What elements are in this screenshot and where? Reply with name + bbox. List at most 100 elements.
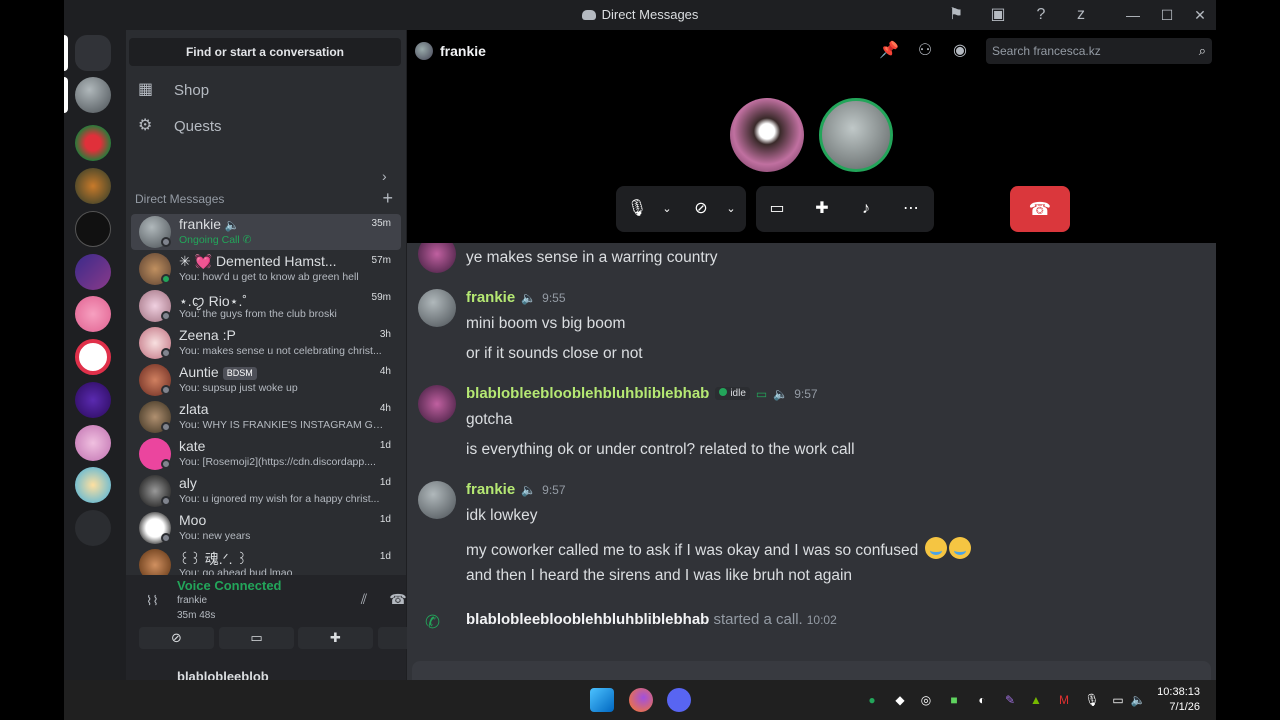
tray-icon[interactable]: ◆	[892, 692, 908, 708]
message-composer[interactable]	[412, 661, 1211, 680]
pin-icon[interactable]: 📌	[879, 41, 899, 61]
maximize-button[interactable]: ☐	[1152, 4, 1182, 26]
search-input[interactable]	[992, 38, 1182, 64]
avatar[interactable]	[418, 481, 456, 519]
clock[interactable]: 10:38:13 7/1/26	[1157, 685, 1200, 715]
server-icon[interactable]	[75, 211, 111, 247]
chevron-right-icon[interactable]: ›	[382, 168, 387, 184]
active-pill	[64, 35, 68, 71]
flag-icon[interactable]: ⚑	[946, 5, 966, 25]
noise-suppression-icon[interactable]: ⫽	[354, 591, 374, 611]
nvidia-icon[interactable]: ▲	[1028, 692, 1044, 708]
clan-tag: BDSM	[222, 367, 257, 380]
minimize-button[interactable]: —	[1118, 4, 1148, 26]
microphone-tray-icon[interactable]: 🎙	[1084, 692, 1100, 708]
dm-time: 4h	[379, 403, 391, 414]
soundboard-icon[interactable]: ♪	[855, 198, 877, 220]
tray-icon[interactable]: ●	[864, 692, 880, 708]
dm-item[interactable]: aly You: u ignored my wish for a happy c…	[131, 473, 401, 509]
dm-subtext: You: how'd u get to know ab green hell	[179, 271, 359, 283]
firefox-icon[interactable]	[629, 688, 653, 712]
system-author[interactable]: blablobleeblooblehbluhbliblebhab	[466, 611, 709, 628]
call-controls-audio-video: 🎙 ⌄ ⊘ ⌄	[616, 186, 746, 232]
main-area: frankie 📌 ⚇ ◉ ⌕ 🎙 ⌄ ⊘ ⌄ ▭ ✚ ♪	[407, 30, 1216, 680]
dm-name: zlata	[179, 401, 209, 417]
channel-name[interactable]: frankie	[440, 43, 486, 59]
close-button[interactable]: ✕	[1185, 4, 1215, 26]
message-author[interactable]: frankie 🔈 9:55	[466, 289, 566, 306]
message-text: gotcha	[466, 411, 513, 428]
avatar[interactable]	[418, 289, 456, 327]
disconnect-icon[interactable]: ☎	[388, 591, 408, 611]
dm-time: 57m	[371, 255, 391, 266]
call-controls-actions: ▭ ✚ ♪ ⋯	[756, 186, 934, 232]
message-text-content: my coworker called me to ask if I was ok…	[466, 542, 919, 559]
voice-status: Voice Connected	[177, 578, 282, 593]
screen-share-button[interactable]: ▭	[219, 627, 294, 649]
dm-time: 35m	[371, 218, 391, 229]
tray-icon[interactable]: M	[1056, 692, 1072, 708]
server-icon[interactable]	[75, 382, 111, 418]
server-icon[interactable]	[75, 467, 111, 503]
dm-item[interactable]: ꒰꒱ 魂.ᐟ. ꒱ You: go ahead bud lmao 1d	[131, 547, 401, 575]
message-author[interactable]: blablobleeblooblehbluhbliblebhab idle ▭ 🔈 9:…	[466, 385, 818, 402]
screen-share-icon[interactable]: ▭	[766, 198, 788, 220]
tray-icon[interactable]: ■	[946, 692, 962, 708]
dm-item[interactable]: kate You: [Rosemoji2](https://cdn.discor…	[131, 436, 401, 472]
dm-item[interactable]: ⋆.ꨄ Rio⋆.˚ You: the guys from the club b…	[131, 288, 401, 324]
activities-icon[interactable]: ✚	[811, 198, 833, 220]
tray-icon[interactable]: ◐	[974, 692, 990, 708]
windows-start-icon[interactable]	[590, 688, 614, 712]
server-icon[interactable]	[75, 339, 111, 375]
server-icon[interactable]	[75, 425, 111, 461]
network-icon[interactable]: ▭	[1110, 692, 1126, 708]
dm-name: Zeena :P	[179, 327, 236, 343]
sleep-icon[interactable]: z	[1071, 5, 1091, 25]
dm-item[interactable]: Moo You: new years 1d	[131, 510, 401, 546]
chevron-down-icon[interactable]: ⌄	[720, 198, 742, 220]
tray-icon[interactable]: ✎	[1002, 692, 1018, 708]
call-participant-avatar[interactable]	[730, 98, 804, 172]
desktop-icon: ▭	[755, 387, 768, 401]
dm-item[interactable]: ✳ 💓 Demented Hamst... You: how'd u get t…	[131, 251, 401, 287]
camera-off-icon[interactable]: ⊘	[690, 198, 712, 220]
dm-item[interactable]: Zeena :P You: makes sense u not celebrat…	[131, 325, 401, 361]
message-author[interactable]: frankie 🔈 9:57	[466, 481, 566, 498]
help-icon[interactable]: ?	[1031, 5, 1051, 25]
server-icon[interactable]	[75, 296, 111, 332]
activities-button[interactable]: ✚	[298, 627, 373, 649]
voice-channel[interactable]: frankie	[177, 595, 207, 606]
crying-emoji-icon	[924, 537, 947, 559]
microphone-icon[interactable]: 🎙	[626, 198, 648, 220]
avatar[interactable]	[418, 385, 456, 423]
nav-quests[interactable]: ⚙ Quests	[134, 109, 396, 143]
voice-duration: 35m 48s	[177, 610, 216, 621]
chevron-down-icon[interactable]: ⌄	[656, 198, 678, 220]
server-icon[interactable]	[75, 254, 111, 290]
home-dm-button[interactable]	[75, 35, 111, 71]
server-icon[interactable]	[75, 125, 111, 161]
leave-call-button[interactable]: ☎	[1010, 186, 1070, 232]
more-options-icon[interactable]: ⋯	[900, 198, 922, 220]
dm-item[interactable]: zlata You: WHY IS FRANKIE'S INSTAGRAM GO…	[131, 399, 401, 435]
inbox-icon[interactable]: ▣	[988, 5, 1008, 25]
discord-icon[interactable]	[667, 688, 691, 712]
create-dm-button[interactable]: +	[382, 188, 393, 209]
user-profile-icon[interactable]: ◉	[950, 41, 970, 61]
volume-icon[interactable]: 🔈	[1130, 692, 1146, 708]
server-folder-icon[interactable]	[75, 510, 111, 546]
camera-off-button[interactable]: ⊘	[139, 627, 214, 649]
dm-item[interactable]: Auntie BDSM You: supsup just woke up 4h	[131, 362, 401, 398]
nav-shop[interactable]: ▦ Shop	[134, 73, 396, 107]
add-friends-icon[interactable]: ⚇	[915, 41, 935, 61]
dm-item-frankie[interactable]: frankie 🔈 Ongoing Call ✆ 35m	[131, 214, 401, 250]
steam-icon[interactable]: ◎	[918, 692, 934, 708]
search-box[interactable]: ⌕	[986, 38, 1212, 64]
find-conversation-button[interactable]: Find or start a conversation	[129, 38, 401, 66]
server-icon[interactable]	[75, 77, 111, 113]
quests-icon: ⚙	[138, 117, 153, 134]
connection-signal-icon[interactable]: ⌇⌇	[146, 593, 164, 609]
server-icon[interactable]	[75, 168, 111, 204]
call-participant-avatar-speaking[interactable]	[819, 98, 893, 172]
phone-icon: ✆	[425, 612, 441, 632]
